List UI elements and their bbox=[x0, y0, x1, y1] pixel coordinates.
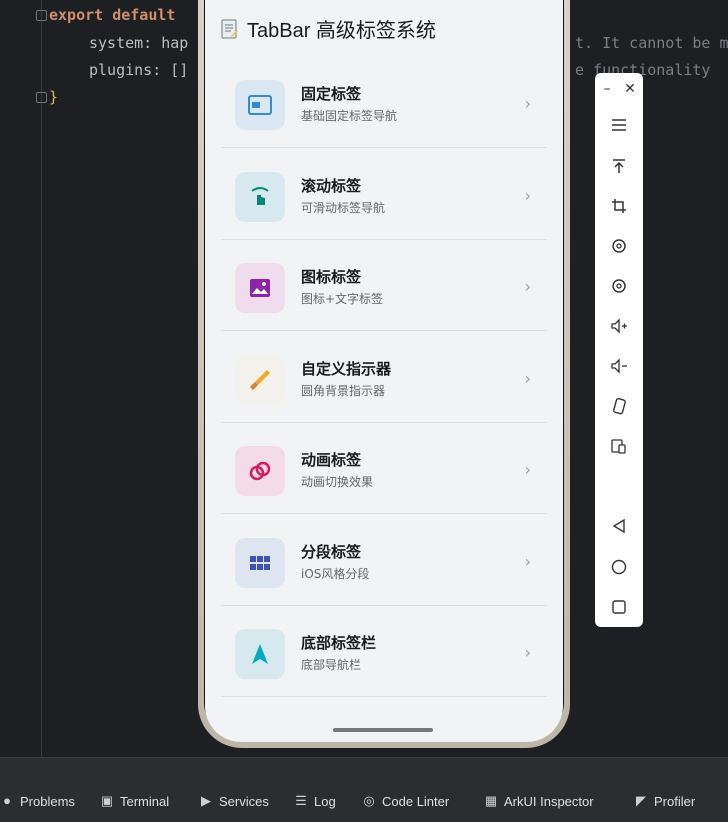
fold-icon[interactable] bbox=[36, 92, 47, 103]
divider bbox=[221, 696, 547, 697]
chevron-right-icon: › bbox=[524, 185, 531, 205]
image-icon bbox=[235, 263, 285, 313]
item-title: 固定标签 bbox=[301, 85, 362, 103]
rotate-right-icon[interactable] bbox=[595, 274, 643, 298]
services-icon: ▶ bbox=[201, 793, 211, 808]
tab-terminal[interactable]: ▣ Terminal bbox=[100, 792, 169, 810]
item-title: 底部标签栏 bbox=[301, 634, 377, 652]
menu-icon[interactable] bbox=[595, 113, 643, 137]
inspector-icon: ▦ bbox=[484, 793, 498, 808]
volume-down-icon[interactable] bbox=[595, 354, 643, 378]
tab-problems[interactable]: ● Problems bbox=[0, 792, 75, 810]
item-subtitle: 动画切换效果 bbox=[301, 475, 374, 489]
app-title: TabBar 高级标签系统 bbox=[221, 14, 436, 43]
list-item[interactable]: 自定义指示器 圆角背景指示器 › bbox=[221, 331, 547, 423]
memo-icon bbox=[221, 19, 239, 39]
code-line-2-overflow: t. It cannot be mo bbox=[575, 34, 728, 52]
bottom-tool-window-bar: ● Problems ▣ Terminal ▶ Services ☰ Log ◎… bbox=[0, 758, 728, 822]
item-subtitle: 图标+文字标签 bbox=[301, 292, 384, 306]
volume-up-icon[interactable] bbox=[595, 314, 643, 338]
problems-icon: ● bbox=[3, 793, 11, 808]
tab-services-label: Services bbox=[219, 793, 269, 809]
crop-icon[interactable] bbox=[595, 194, 643, 218]
code-line-3: plugins: [] bbox=[89, 61, 189, 79]
tab-problems-label: Problems bbox=[20, 793, 75, 809]
list-item[interactable]: 分段标签 iOS风格分段 › bbox=[221, 514, 547, 606]
tab-services[interactable]: ▶ Services bbox=[199, 792, 269, 810]
chevron-right-icon: › bbox=[524, 94, 531, 113]
code-linter-icon: ◎ bbox=[363, 793, 375, 808]
paintbrush-icon bbox=[235, 354, 285, 405]
gutter bbox=[41, 0, 42, 757]
grid-icon bbox=[235, 537, 285, 588]
screenshot-icon[interactable] bbox=[595, 434, 643, 458]
chevron-right-icon: › bbox=[524, 277, 531, 296]
rotate-left-icon[interactable] bbox=[595, 234, 643, 258]
window-icon bbox=[235, 80, 285, 130]
chevron-right-icon: › bbox=[524, 460, 531, 479]
list-item[interactable]: 固定标签 基础固定标签导航 › bbox=[221, 56, 547, 148]
code-line-2: system: hap bbox=[89, 34, 189, 52]
home-icon[interactable] bbox=[595, 555, 643, 579]
code-line-4: } bbox=[49, 88, 59, 106]
recent-apps-icon[interactable] bbox=[595, 595, 643, 619]
shake-icon[interactable] bbox=[595, 394, 643, 418]
item-subtitle: 基础固定标签导航 bbox=[301, 109, 398, 123]
tab-log[interactable]: ☰ Log bbox=[294, 792, 336, 810]
navigation-arrow-icon bbox=[235, 629, 285, 679]
list-item[interactable]: 滚动标签 可滑动标签导航 › bbox=[221, 148, 547, 240]
rings-icon bbox=[235, 446, 285, 496]
item-subtitle: iOS风格分段 bbox=[301, 566, 370, 581]
item-subtitle: 底部导航栏 bbox=[301, 658, 362, 672]
phone-screen[interactable]: TabBar 高级标签系统 固定标签 基础固定标签导航 › 滚动标签 可滑动标签… bbox=[205, 0, 563, 742]
tab-arkui-inspector[interactable]: ▦ ArkUI Inspector bbox=[484, 792, 594, 810]
item-subtitle: 可滑动标签导航 bbox=[301, 200, 386, 215]
item-subtitle: 圆角背景指示器 bbox=[301, 383, 386, 398]
list-item[interactable]: 底部标签栏 底部导航栏 › bbox=[221, 605, 547, 697]
page-title: TabBar 高级标签系统 bbox=[247, 20, 436, 42]
item-title: 滚动标签 bbox=[301, 176, 362, 195]
close-icon[interactable]: ✕ bbox=[606, 77, 654, 101]
tab-profiler[interactable]: ◤ Profiler bbox=[634, 792, 695, 810]
pin-top-icon[interactable] bbox=[595, 154, 643, 178]
tab-arkui-inspector-label: ArkUI Inspector bbox=[504, 793, 594, 809]
terminal-icon: ▣ bbox=[100, 793, 114, 808]
log-icon: ☰ bbox=[295, 793, 307, 808]
tab-profiler-label: Profiler bbox=[654, 793, 696, 809]
swipe-hand-icon bbox=[235, 171, 285, 222]
emulator-control-panel: – ✕ bbox=[595, 73, 643, 627]
tab-log-label: Log bbox=[314, 793, 336, 809]
list-item[interactable]: 图标标签 图标+文字标签 › bbox=[221, 239, 547, 331]
home-indicator[interactable] bbox=[333, 728, 433, 732]
tab-code-linter[interactable]: ◎ Code Linter bbox=[362, 792, 449, 810]
tab-terminal-label: Terminal bbox=[120, 793, 170, 809]
item-title: 图标标签 bbox=[301, 268, 362, 286]
profiler-icon: ◤ bbox=[636, 793, 646, 808]
list-item[interactable]: 动画标签 动画切换效果 › bbox=[221, 422, 547, 514]
item-title: 自定义指示器 bbox=[301, 359, 392, 378]
code-line-1: export default bbox=[49, 6, 176, 24]
chevron-right-icon: › bbox=[524, 551, 531, 571]
back-icon[interactable] bbox=[595, 514, 643, 538]
fold-icon[interactable] bbox=[36, 10, 47, 21]
tab-code-linter-label: Code Linter bbox=[382, 793, 450, 809]
item-title: 动画标签 bbox=[301, 451, 362, 469]
chevron-right-icon: › bbox=[524, 368, 531, 388]
item-title: 分段标签 bbox=[301, 542, 362, 561]
chevron-right-icon: › bbox=[524, 643, 531, 662]
